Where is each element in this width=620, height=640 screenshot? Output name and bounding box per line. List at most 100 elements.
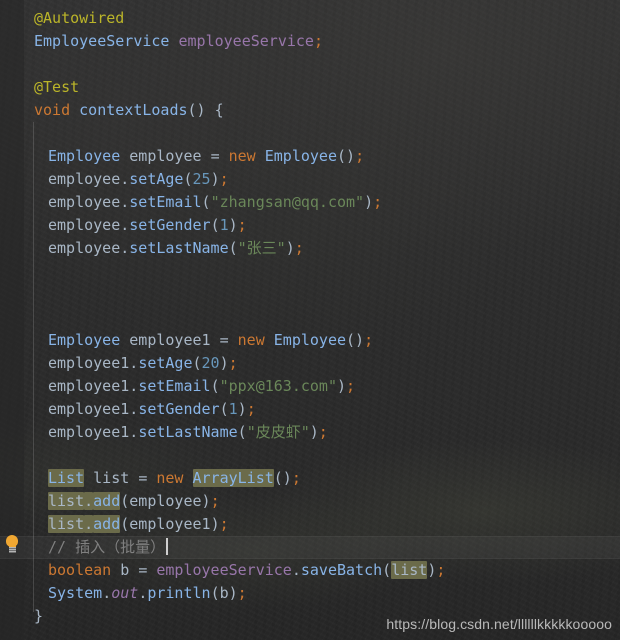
code-line[interactable] (0, 53, 620, 76)
code-token: boolean (48, 561, 112, 579)
code-line[interactable] (0, 283, 620, 306)
code-token: . (129, 400, 139, 418)
code-token: Employee (48, 331, 121, 349)
code-editor[interactable]: @Autowired EmployeeService employeeServic… (0, 0, 620, 640)
code-line[interactable] (0, 260, 620, 283)
code-token: employee (48, 216, 121, 234)
code-line[interactable]: Employee employee1 = new Employee(); (0, 329, 620, 352)
code-token: employeeService (178, 32, 314, 50)
code-token: ( (210, 216, 220, 234)
code-token: employee (48, 239, 121, 257)
code-token: ( (210, 584, 220, 602)
code-token: } (34, 607, 44, 625)
code-token: EmployeeService (34, 32, 170, 50)
code-line[interactable]: boolean b = employeeService.saveBatch(li… (0, 559, 620, 582)
code-token: void (34, 101, 71, 119)
code-token: new (237, 331, 265, 349)
code-content[interactable]: @Autowired EmployeeService employeeServic… (0, 0, 620, 640)
code-token: List (48, 469, 85, 487)
code-line[interactable]: employee.setEmail("zhangsan@qq.com"); (0, 191, 620, 214)
code-token: @Test (34, 78, 80, 96)
code-line[interactable] (0, 306, 620, 329)
code-token: ) (237, 400, 247, 418)
code-token: System (48, 584, 103, 602)
code-token: . (84, 515, 94, 533)
code-token: employee1 (48, 400, 130, 418)
code-token: 1 (228, 400, 238, 418)
code-token: out (111, 584, 139, 602)
code-line[interactable]: employee1.setGender(1); (0, 398, 620, 421)
code-token: employee (129, 492, 202, 510)
code-token: new (156, 469, 184, 487)
code-line[interactable]: list.add(employee1); (0, 513, 620, 536)
code-line[interactable]: employee1.setEmail("ppx@163.com"); (0, 375, 620, 398)
code-token: ; (346, 377, 356, 395)
lightbulb-icon[interactable] (4, 535, 20, 553)
code-token: ( (228, 239, 238, 257)
code-token: saveBatch (300, 561, 383, 579)
code-token: ( (120, 515, 130, 533)
code-token: employee1 (129, 515, 211, 533)
code-line[interactable] (0, 444, 620, 467)
code-token: employee1 (48, 354, 130, 372)
code-token: "zhangsan@qq.com" (210, 193, 365, 211)
code-token: ) (228, 584, 238, 602)
code-token: println (147, 584, 211, 602)
code-token: . (120, 193, 130, 211)
code-token: ; (246, 400, 256, 418)
code-token: ; (318, 423, 328, 441)
code-token: . (291, 561, 301, 579)
code-token: . (138, 584, 148, 602)
code-token: ( (382, 561, 392, 579)
code-line[interactable]: System.out.println(b); (0, 582, 620, 605)
code-line[interactable]: employee.setAge(25); (0, 168, 620, 191)
code-token: ( (192, 354, 202, 372)
code-line[interactable]: EmployeeService employeeService; (0, 30, 620, 53)
code-token: ; (237, 216, 247, 234)
code-token: Employee (273, 331, 347, 349)
code-token: ) (364, 193, 374, 211)
code-token: . (102, 584, 112, 602)
code-token: list (84, 469, 139, 487)
code-token: ; (219, 515, 229, 533)
code-token: employeeService (156, 561, 292, 579)
code-token: . (129, 423, 139, 441)
code-token: setLastName (138, 423, 238, 441)
code-token: ( (120, 492, 130, 510)
code-token: ; (436, 561, 446, 579)
code-token: () { (187, 101, 224, 119)
code-line[interactable] (0, 122, 620, 145)
code-line[interactable]: // 插入（批量） (0, 536, 620, 559)
code-token: add (93, 515, 121, 533)
code-line[interactable]: employee1.setAge(20); (0, 352, 620, 375)
code-token: setEmail (138, 377, 211, 395)
code-token: employee (48, 193, 121, 211)
code-token: ) (201, 492, 211, 510)
code-token: ) (285, 239, 295, 257)
code-line[interactable]: employee.setGender(1); (0, 214, 620, 237)
code-token: employee1 (48, 377, 130, 395)
code-token: ; (373, 193, 383, 211)
code-token: employee1 (120, 331, 220, 349)
text-caret (166, 538, 169, 555)
code-token: () (337, 147, 356, 165)
code-token: ; (291, 469, 301, 487)
code-line[interactable]: employee.setLastName("张三"); (0, 237, 620, 260)
code-token: . (120, 170, 130, 188)
code-line[interactable]: list.add(employee); (0, 490, 620, 513)
csdn-watermark: https://blog.csdn.net/llllllkkkkkooooo (386, 616, 612, 632)
code-line[interactable]: @Autowired (0, 7, 620, 30)
code-line[interactable]: @Test (0, 76, 620, 99)
code-line[interactable]: Employee employee = new Employee(); (0, 145, 620, 168)
code-token: ( (237, 423, 247, 441)
code-line[interactable]: employee1.setLastName("皮皮虾"); (0, 421, 620, 444)
code-token: "张三" (237, 239, 286, 257)
code-token: ; (313, 32, 323, 50)
code-token: ) (427, 561, 437, 579)
code-line[interactable]: void contextLoads() { (0, 99, 620, 122)
code-token: = (138, 561, 148, 579)
code-line[interactable]: List list = new ArrayList(); (0, 467, 620, 490)
code-token: list (48, 492, 85, 510)
